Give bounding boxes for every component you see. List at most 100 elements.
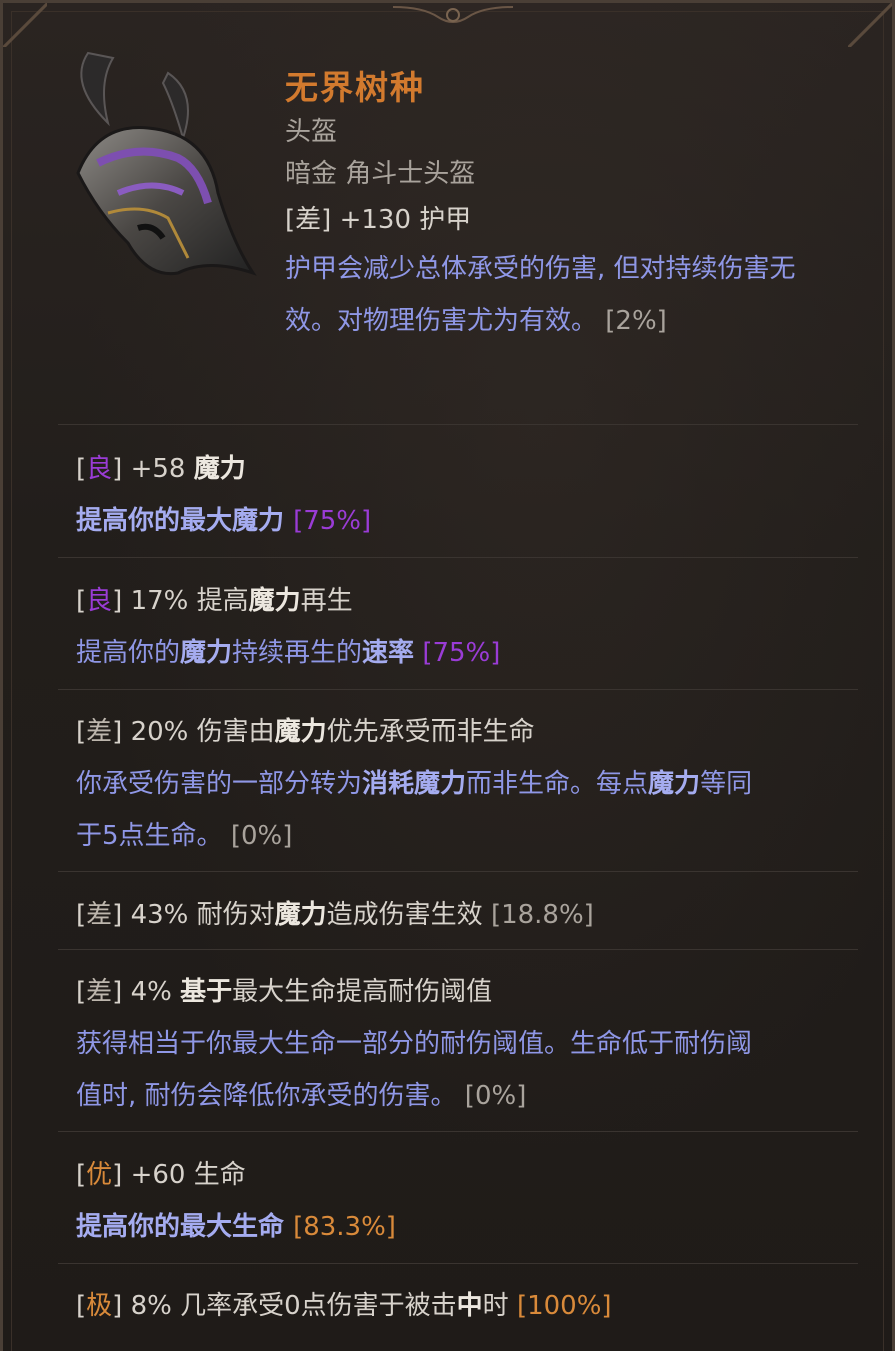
- bracket-close: ]: [112, 900, 123, 930]
- divider: [58, 871, 858, 872]
- bracket-open: [: [285, 205, 296, 235]
- roll-percent: [75%]: [293, 506, 372, 536]
- affix-title: [优] +60 生命: [76, 1149, 866, 1201]
- affix-text: 43% 耐伤对: [122, 900, 275, 930]
- divider: [58, 1131, 858, 1132]
- roll-percent: [2%]: [605, 306, 667, 336]
- affix-text: 4%: [122, 977, 181, 1007]
- bracket-close: ]: [112, 717, 123, 747]
- affix-row: [差] 43% 耐伤对魔力造成伤害生效 [18.8%]: [76, 889, 866, 941]
- roll-percent: [100%]: [516, 1291, 612, 1321]
- affix-row: [优] +60 生命 提高你的最大生命 [83.3%]: [76, 1149, 866, 1253]
- affix-keyword: 中: [456, 1291, 483, 1321]
- divider: [58, 1263, 858, 1264]
- affix-title: [差] 43% 耐伤对魔力造成伤害生效 [18.8%]: [76, 889, 866, 941]
- affix-desc-text: 提高你的: [76, 638, 181, 668]
- affix-desc-text: 你承受伤害的一部分转为: [76, 769, 363, 799]
- bracket-close: ]: [112, 977, 123, 1007]
- base-stat: [差] +130 护甲: [285, 197, 885, 243]
- bracket-open: [: [76, 586, 87, 616]
- bracket-close: ]: [112, 586, 123, 616]
- affix-desc-text: 提高你的最大魔力: [76, 506, 294, 536]
- affix-desc-text: 获得相当于你最大生命一部分的耐伤阈值。生命低于耐伤阈: [76, 1029, 753, 1059]
- affix-title: [极] 8% 几率承受0点伤害于被击中时 [100%]: [76, 1280, 866, 1332]
- affix-desc-text: 于5点生命。: [76, 821, 231, 851]
- affix-desc-text: 而非生命。每点: [466, 769, 649, 799]
- affix-desc: 提高你的最大魔力 [75%]: [76, 495, 866, 547]
- bracket-open: [: [76, 1160, 87, 1190]
- roll-percent: [18.8%]: [490, 900, 594, 930]
- affix-text: +60 生命: [122, 1160, 246, 1190]
- affix-desc-text: 持续再生的: [232, 638, 363, 668]
- divider: [58, 949, 858, 950]
- affix-desc-text: 等同: [700, 769, 753, 799]
- affix-text: 再生: [300, 586, 353, 616]
- affix-text: 17% 提高: [122, 586, 249, 616]
- affix-desc-keyword: 魔力: [180, 638, 233, 668]
- affix-desc-text: 值时, 耐伤会降低你承受的伤害。: [76, 1081, 465, 1111]
- affix-row: [差] 4% 基于最大生命提高耐伤阈值 获得相当于你最大生命一部分的耐伤阈值。生…: [76, 966, 866, 1122]
- affix-row: [差] 20% 伤害由魔力优先承受而非生命 你承受伤害的一部分转为消耗魔力而非生…: [76, 706, 866, 862]
- affix-desc: 你承受伤害的一部分转为消耗魔力而非生命。每点魔力等同于5点生命。 [0%]: [76, 758, 866, 862]
- roll-percent: [75%]: [422, 638, 501, 668]
- divider: [58, 424, 858, 425]
- affix-row: [极] 8% 几率承受0点伤害于被击中时 [100%]: [76, 1280, 866, 1332]
- affix-title: [良] +58 魔力: [76, 443, 866, 495]
- tier-label: 差: [86, 717, 113, 747]
- tier-label: 差: [86, 900, 113, 930]
- tier-label: 差: [86, 977, 113, 1007]
- affix-text: 8% 几率承受0点伤害于被击: [122, 1291, 457, 1321]
- affix-row: [良] 17% 提高魔力再生 提高你的魔力持续再生的速率 [75%]: [76, 575, 866, 679]
- tier-label: 良: [86, 586, 113, 616]
- affix-text: 造成伤害生效: [326, 900, 491, 930]
- desc-line-1: 护甲会减少总体承受的伤害, 但对持续伤害无: [285, 254, 796, 284]
- bracket-close: ]: [321, 205, 332, 235]
- affix-desc-keyword: 魔力: [648, 769, 701, 799]
- top-ornament-icon: [392, 6, 514, 23]
- affix-desc: 提高你的魔力持续再生的速率 [75%]: [76, 627, 866, 679]
- tier-label: 优: [86, 1160, 113, 1190]
- affix-desc: 获得相当于你最大生命一部分的耐伤阈值。生命低于耐伤阈 值时, 耐伤会降低你承受的伤…: [76, 1018, 866, 1122]
- roll-percent: [0%]: [464, 1081, 527, 1111]
- bracket-open: [: [76, 977, 87, 1007]
- affix-text: 优先承受而非生命: [326, 717, 535, 747]
- bracket-open: [: [76, 900, 87, 930]
- affix-text: 20% 伤害由: [122, 717, 275, 747]
- affix-keyword: 魔力: [274, 717, 327, 747]
- divider: [58, 557, 858, 558]
- affix-keyword: 魔力: [193, 454, 246, 484]
- affix-text: +58: [122, 454, 194, 484]
- bracket-close: ]: [112, 454, 123, 484]
- affix-text: 时: [482, 1291, 517, 1321]
- tier-label: 差: [295, 205, 322, 235]
- desc-line-2: 效。对物理伤害尤为有效。: [285, 306, 598, 336]
- affix-keyword: 魔力: [274, 900, 327, 930]
- item-header: 无界树种 头盔 暗金 角斗士头盔 [差] +130 护甲 护甲会减少总体承受的伤…: [285, 65, 885, 347]
- bracket-open: [: [76, 454, 87, 484]
- base-stat-text: +130 护甲: [331, 205, 472, 235]
- roll-percent: [83.3%]: [293, 1212, 396, 1242]
- tier-label: 极: [86, 1291, 113, 1321]
- bracket-close: ]: [112, 1291, 123, 1321]
- affix-keyword: 基于: [180, 977, 233, 1007]
- affix-keyword: 魔力: [248, 586, 301, 616]
- affix-title: [良] 17% 提高魔力再生: [76, 575, 866, 627]
- affix-title: [差] 20% 伤害由魔力优先承受而非生命: [76, 706, 866, 758]
- affix-desc-keyword: 速率: [362, 638, 415, 668]
- affix-desc-text: 提高你的最大生命: [76, 1212, 294, 1242]
- item-name: 无界树种: [285, 68, 425, 107]
- bracket-open: [: [76, 717, 87, 747]
- affix-title: [差] 4% 基于最大生命提高耐伤阈值: [76, 966, 866, 1018]
- item-slot: 头盔: [285, 117, 338, 147]
- item-base-type: 暗金 角斗士头盔: [285, 159, 476, 189]
- divider: [58, 689, 858, 690]
- frame-corner-ornament: [3, 3, 47, 47]
- bracket-close: ]: [112, 1160, 123, 1190]
- base-stat-desc: 护甲会减少总体承受的伤害, 但对持续伤害无 效。对物理伤害尤为有效。 [2%]: [285, 243, 885, 347]
- bracket-open: [: [76, 1291, 87, 1321]
- affix-desc-keyword: 消耗魔力: [362, 769, 467, 799]
- affix-desc: 提高你的最大生命 [83.3%]: [76, 1201, 866, 1253]
- tier-label: 良: [86, 454, 113, 484]
- item-tooltip: 无界树种 头盔 暗金 角斗士头盔 [差] +130 护甲 护甲会减少总体承受的伤…: [0, 0, 895, 1351]
- roll-percent: [0%]: [230, 821, 293, 851]
